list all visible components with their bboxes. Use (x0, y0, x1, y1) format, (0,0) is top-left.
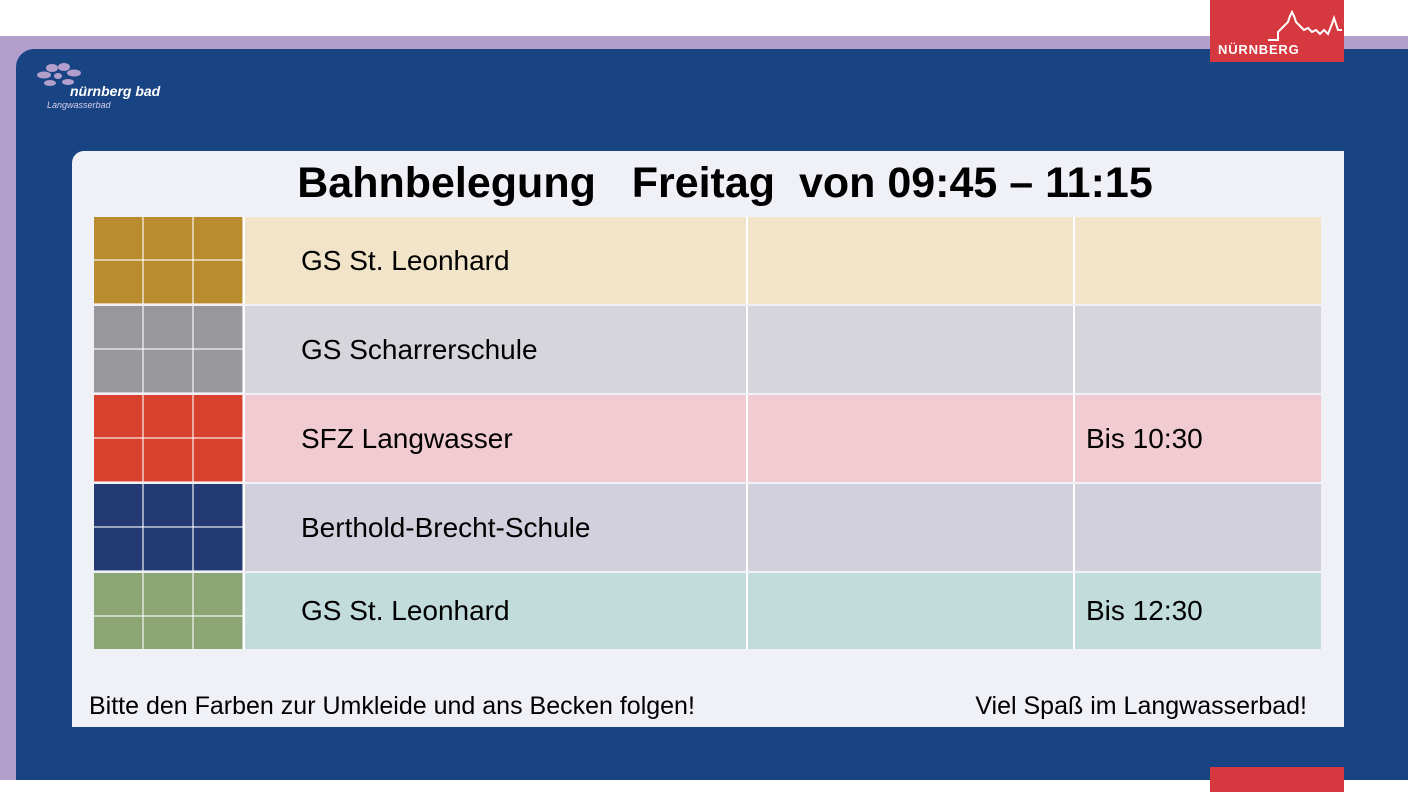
color-tile (94, 217, 243, 304)
lane-school-name: SFZ Langwasser (243, 395, 746, 482)
castle-skyline-icon (1268, 9, 1342, 41)
board-title: Bahnbelegung Freitag von 09:45 – 11:15 (297, 159, 1153, 207)
lane-empty-cell (746, 306, 1073, 393)
color-tile (94, 573, 243, 649)
lane-row: Berthold-Brecht-Schule (94, 484, 1321, 571)
lane-note: Bis 10:30 (1073, 395, 1321, 482)
lane-row: GS St. Leonhard (94, 217, 1321, 304)
lane-note (1073, 306, 1321, 393)
lane-empty-cell (746, 573, 1073, 649)
lane-empty-cell (746, 395, 1073, 482)
lane-note: Bis 12:30 (1073, 573, 1321, 649)
lane-note (1073, 217, 1321, 304)
color-tile (94, 395, 243, 482)
footer-color-hint: Bitte den Farben zur Umkleide und ans Be… (89, 692, 695, 720)
lane-school-name: Berthold-Brecht-Schule (243, 484, 746, 571)
lane-note (1073, 484, 1321, 571)
lane-school-name: GS St. Leonhard (243, 217, 746, 304)
bad-logo-subtitle: Langwasserbad (47, 100, 111, 110)
lane-empty-cell (746, 217, 1073, 304)
lane-empty-cell (746, 484, 1073, 571)
city-logo-text: NÜRNBERG (1218, 42, 1300, 57)
color-tile (94, 484, 243, 571)
lane-row: SFZ Langwasser Bis 10:30 (94, 395, 1321, 482)
lane-row: GS Scharrerschule (94, 306, 1321, 393)
city-red-bar (1210, 767, 1344, 792)
lane-row: GS St. Leonhard Bis 12:30 (94, 573, 1321, 649)
lane-schedule-board: Bahnbelegung Freitag von 09:45 – 11:15 G… (72, 151, 1344, 727)
lane-school-name: GS Scharrerschule (243, 306, 746, 393)
bad-logo-name: nürnberg bad (70, 83, 161, 99)
nuernberg-city-logo: NÜRNBERG (1210, 0, 1344, 62)
bottom-strip (0, 780, 1408, 792)
footer-greeting: Viel Spaß im Langwasserbad! (975, 692, 1307, 720)
lane-school-name: GS St. Leonhard (243, 573, 746, 649)
color-tile (94, 306, 243, 393)
